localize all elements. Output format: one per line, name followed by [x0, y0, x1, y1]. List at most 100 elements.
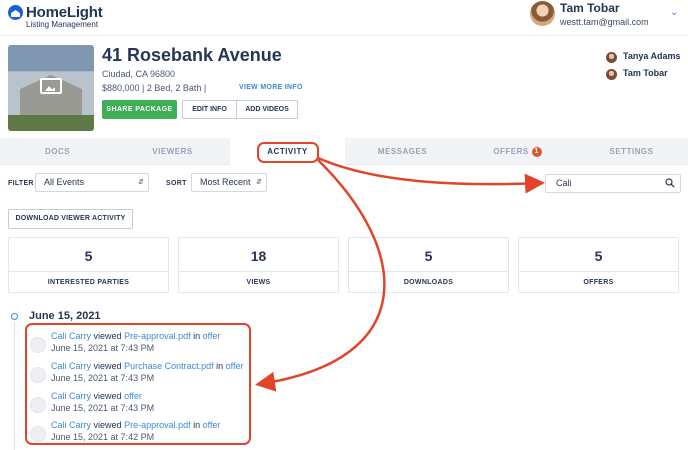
user-menu[interactable]: Tam Tobar westt.tam@gmail.com ⌄ — [530, 0, 680, 32]
activity-time: June 15, 2021 at 7:42 PM — [51, 432, 155, 442]
activity-verb: viewed — [93, 391, 122, 401]
photo-gallery-icon[interactable] — [40, 78, 62, 94]
activity-time: June 15, 2021 at 7:43 PM — [51, 343, 155, 353]
select-arrows-icon: ⇵ — [138, 179, 144, 186]
filter-select[interactable]: All Events ⇵ — [35, 173, 149, 192]
search-input[interactable]: Cali — [545, 174, 681, 193]
tab-label: VIEWERS — [152, 147, 193, 156]
viewer-name-link[interactable]: Cali Carry — [51, 331, 91, 341]
activity-text: Cali Carry viewed Purchase Contract.pdf … — [51, 361, 244, 371]
stat-card-offers: 5 OFFERS — [518, 237, 679, 293]
collaborator-avatar — [606, 52, 617, 63]
property-city: Ciudad, CA 96800 — [102, 69, 176, 79]
timeline-line — [14, 322, 15, 450]
activity-item: Cali Carry viewed offer June 15, 2021 at… — [30, 391, 250, 419]
stat-label: DOWNLOADS — [403, 279, 454, 286]
stat-card-views: 18 VIEWS — [178, 237, 339, 293]
select-arrows-icon: ⇵ — [256, 179, 262, 186]
document-link[interactable]: Pre-approval.pdf — [124, 331, 191, 341]
stat-label: VIEWS — [246, 279, 271, 286]
collaborator-item: Tam Tobar — [606, 68, 686, 82]
activity-item: Cali Carry viewed Pre-approval.pdf in of… — [30, 420, 250, 448]
search-icon[interactable] — [665, 178, 675, 188]
sort-select-value: Most Recent — [200, 177, 251, 187]
activity-preposition: in — [216, 361, 224, 371]
timeline-dot-icon — [11, 313, 18, 320]
stat-card-interested-parties: 5 INTERESTED PARTIES — [8, 237, 169, 293]
viewer-avatar — [30, 337, 46, 353]
activity-text: Cali Carry viewed Pre-approval.pdf in of… — [51, 420, 221, 430]
lawn-image — [8, 115, 94, 131]
user-email: westt.tam@gmail.com — [560, 17, 649, 27]
viewer-name-link[interactable]: Cali Carry — [51, 361, 91, 371]
activity-verb: viewed — [93, 420, 122, 430]
activity-time: June 15, 2021 at 7:43 PM — [51, 373, 155, 383]
view-more-info-link[interactable]: VIEW MORE INFO — [239, 84, 303, 91]
filter-label: FILTER — [8, 180, 34, 187]
tab-viewers[interactable]: VIEWERS — [115, 138, 230, 165]
tab-label: SETTINGS — [609, 147, 654, 156]
stat-value: 18 — [250, 248, 267, 264]
logo-name: HomeLight — [26, 4, 103, 21]
filter-select-value: All Events — [44, 177, 85, 187]
download-viewer-activity-button[interactable]: DOWNLOAD VIEWER ACTIVITY — [8, 209, 133, 229]
viewer-avatar — [30, 397, 46, 413]
collaborator-item: Tanya Adams — [606, 51, 686, 65]
viewer-name-link[interactable]: Cali Carry — [51, 391, 91, 401]
stat-value: 5 — [594, 248, 603, 264]
offers-count-badge: 1 — [531, 147, 542, 157]
homelight-logo[interactable]: HomeLight Listing Management — [8, 4, 118, 30]
document-link[interactable]: Pre-approval.pdf — [124, 420, 191, 430]
tab-label: DOCS — [44, 147, 71, 156]
tab-messages[interactable]: MESSAGES — [345, 138, 460, 165]
tab-activity[interactable]: ACTIVITY — [230, 138, 345, 165]
property-title: 41 Rosebank Avenue — [102, 45, 282, 65]
collaborator-name: Tanya Adams — [623, 51, 681, 61]
offer-link[interactable]: offer — [226, 361, 244, 371]
collaborator-name: Tam Tobar — [623, 68, 668, 78]
tab-offers[interactable]: OFFERS 1 — [460, 138, 575, 165]
tab-label: MESSAGES — [377, 147, 428, 156]
stat-value: 5 — [424, 248, 433, 264]
chevron-down-icon[interactable]: ⌄ — [670, 8, 680, 18]
add-videos-button[interactable]: ADD VIDEOS — [236, 100, 298, 119]
activity-preposition: in — [193, 331, 201, 341]
activity-text: Cali Carry viewed offer — [51, 391, 142, 401]
stat-label: INTERESTED PARTIES — [47, 279, 130, 286]
user-avatar — [530, 1, 555, 26]
activity-verb: viewed — [93, 361, 122, 371]
stat-label: OFFERS — [583, 279, 614, 286]
stat-divider — [349, 271, 508, 272]
property-photo[interactable] — [8, 45, 94, 131]
tab-label: ACTIVITY — [267, 147, 308, 156]
user-name: Tam Tobar — [560, 1, 620, 15]
tab-settings[interactable]: SETTINGS — [575, 138, 688, 165]
tab-bar: DOCS VIEWERS ACTIVITY MESSAGES OFFERS 1 S… — [0, 138, 688, 165]
activity-item: Cali Carry viewed Pre-approval.pdf in of… — [30, 331, 250, 359]
activity-text: Cali Carry viewed Pre-approval.pdf in of… — [51, 331, 221, 341]
activity-time: June 15, 2021 at 7:43 PM — [51, 403, 155, 413]
offer-link[interactable]: offer — [124, 391, 142, 401]
stat-card-downloads: 5 DOWNLOADS — [348, 237, 509, 293]
activity-preposition: in — [193, 420, 201, 430]
top-bar: HomeLight Listing Management Tam Tobar w… — [0, 0, 688, 36]
document-link[interactable]: Purchase Contract.pdf — [124, 361, 214, 371]
tab-docs[interactable]: DOCS — [0, 138, 115, 165]
offer-link[interactable]: offer — [203, 331, 221, 341]
activity-verb: viewed — [93, 331, 122, 341]
edit-info-button[interactable]: EDIT INFO — [182, 100, 237, 119]
collaborator-avatar — [606, 69, 617, 80]
stat-divider — [179, 271, 338, 272]
viewer-avatar — [30, 367, 46, 383]
viewer-name-link[interactable]: Cali Carry — [51, 420, 91, 430]
sort-select[interactable]: Most Recent ⇵ — [191, 173, 267, 192]
share-package-button[interactable]: SHARE PACKAGE — [102, 100, 177, 119]
tab-label: OFFERS — [493, 147, 529, 156]
stat-divider — [519, 271, 678, 272]
offer-link[interactable]: offer — [203, 420, 221, 430]
stat-value: 5 — [84, 248, 93, 264]
logo-subtitle: Listing Management — [26, 20, 99, 29]
sort-label: SORT — [166, 180, 187, 187]
stat-divider — [9, 271, 168, 272]
homelight-logo-icon — [8, 5, 23, 20]
